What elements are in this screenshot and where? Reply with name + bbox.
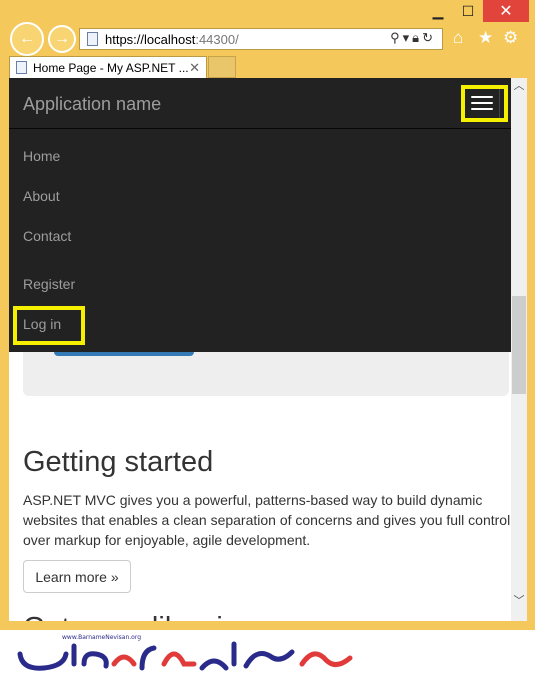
dropdown-icon[interactable]: ▾ bbox=[403, 30, 413, 45]
scroll-up-icon[interactable]: ︿ bbox=[511, 78, 527, 94]
learn-more-button[interactable]: Learn more » bbox=[23, 560, 131, 593]
window-controls: ▁ ☐ ✕ bbox=[423, 0, 529, 24]
gear-icon[interactable]: ⚙ bbox=[503, 28, 518, 48]
back-button[interactable]: ← bbox=[10, 22, 44, 56]
logo-site-url: www.BarnameNevisan.org bbox=[62, 634, 141, 641]
getting-started-text: ASP.NET MVC gives you a powerful, patter… bbox=[23, 492, 511, 548]
maximize-button[interactable]: ☐ bbox=[453, 0, 483, 22]
address-tools: ⚲▾🔒︎↻ bbox=[390, 30, 436, 46]
scroll-down-icon[interactable]: ﹀ bbox=[511, 593, 527, 609]
navbar-header: Application name bbox=[9, 78, 511, 129]
nav-link-register[interactable]: Register bbox=[23, 276, 75, 292]
nav-link-home[interactable]: Home bbox=[23, 148, 60, 164]
search-icon[interactable]: ⚲ bbox=[390, 30, 403, 45]
refresh-icon[interactable]: ↻ bbox=[422, 30, 436, 45]
url-host: https://localhost bbox=[105, 31, 196, 47]
scrollbar-thumb[interactable] bbox=[512, 296, 526, 394]
navbar: Application name Home About Contact Regi… bbox=[9, 78, 511, 352]
getting-started-heading: Getting started bbox=[23, 446, 214, 478]
close-window-button[interactable]: ✕ bbox=[483, 0, 529, 22]
lock-icon[interactable]: 🔒︎ bbox=[412, 30, 422, 45]
next-section-heading: Get more libraries bbox=[23, 612, 253, 621]
toggle-highlight-box bbox=[461, 85, 508, 122]
nav-link-about[interactable]: About bbox=[23, 188, 60, 204]
login-highlight-box bbox=[13, 306, 85, 345]
address-bar[interactable]: https://localhost:44300/ ⚲▾🔒︎↻ bbox=[79, 28, 443, 50]
back-icon: ← bbox=[19, 30, 35, 47]
url-port: :44300/ bbox=[195, 31, 239, 47]
home-icon[interactable]: ⌂ bbox=[453, 28, 463, 48]
page-viewport: Getting started ASP.NET MVC gives you a … bbox=[9, 78, 511, 621]
tab-title: Home Page - My ASP.NET ... bbox=[33, 60, 189, 75]
forward-icon: → bbox=[54, 30, 70, 47]
nav-link-contact[interactable]: Contact bbox=[23, 228, 71, 244]
browser-tab[interactable]: Home Page - My ASP.NET ... ✕ bbox=[9, 56, 207, 78]
minimize-button[interactable]: ▁ bbox=[423, 0, 453, 22]
vertical-scrollbar[interactable]: ︿ ﹀ bbox=[511, 78, 527, 621]
star-icon[interactable]: ★ bbox=[478, 28, 493, 48]
close-icon[interactable]: ✕ bbox=[189, 60, 200, 76]
brand-link[interactable]: Application name bbox=[23, 94, 161, 115]
page-icon bbox=[85, 32, 99, 46]
forward-button[interactable]: → bbox=[48, 25, 76, 53]
new-tab-button[interactable] bbox=[208, 56, 236, 78]
page-icon bbox=[16, 61, 27, 74]
